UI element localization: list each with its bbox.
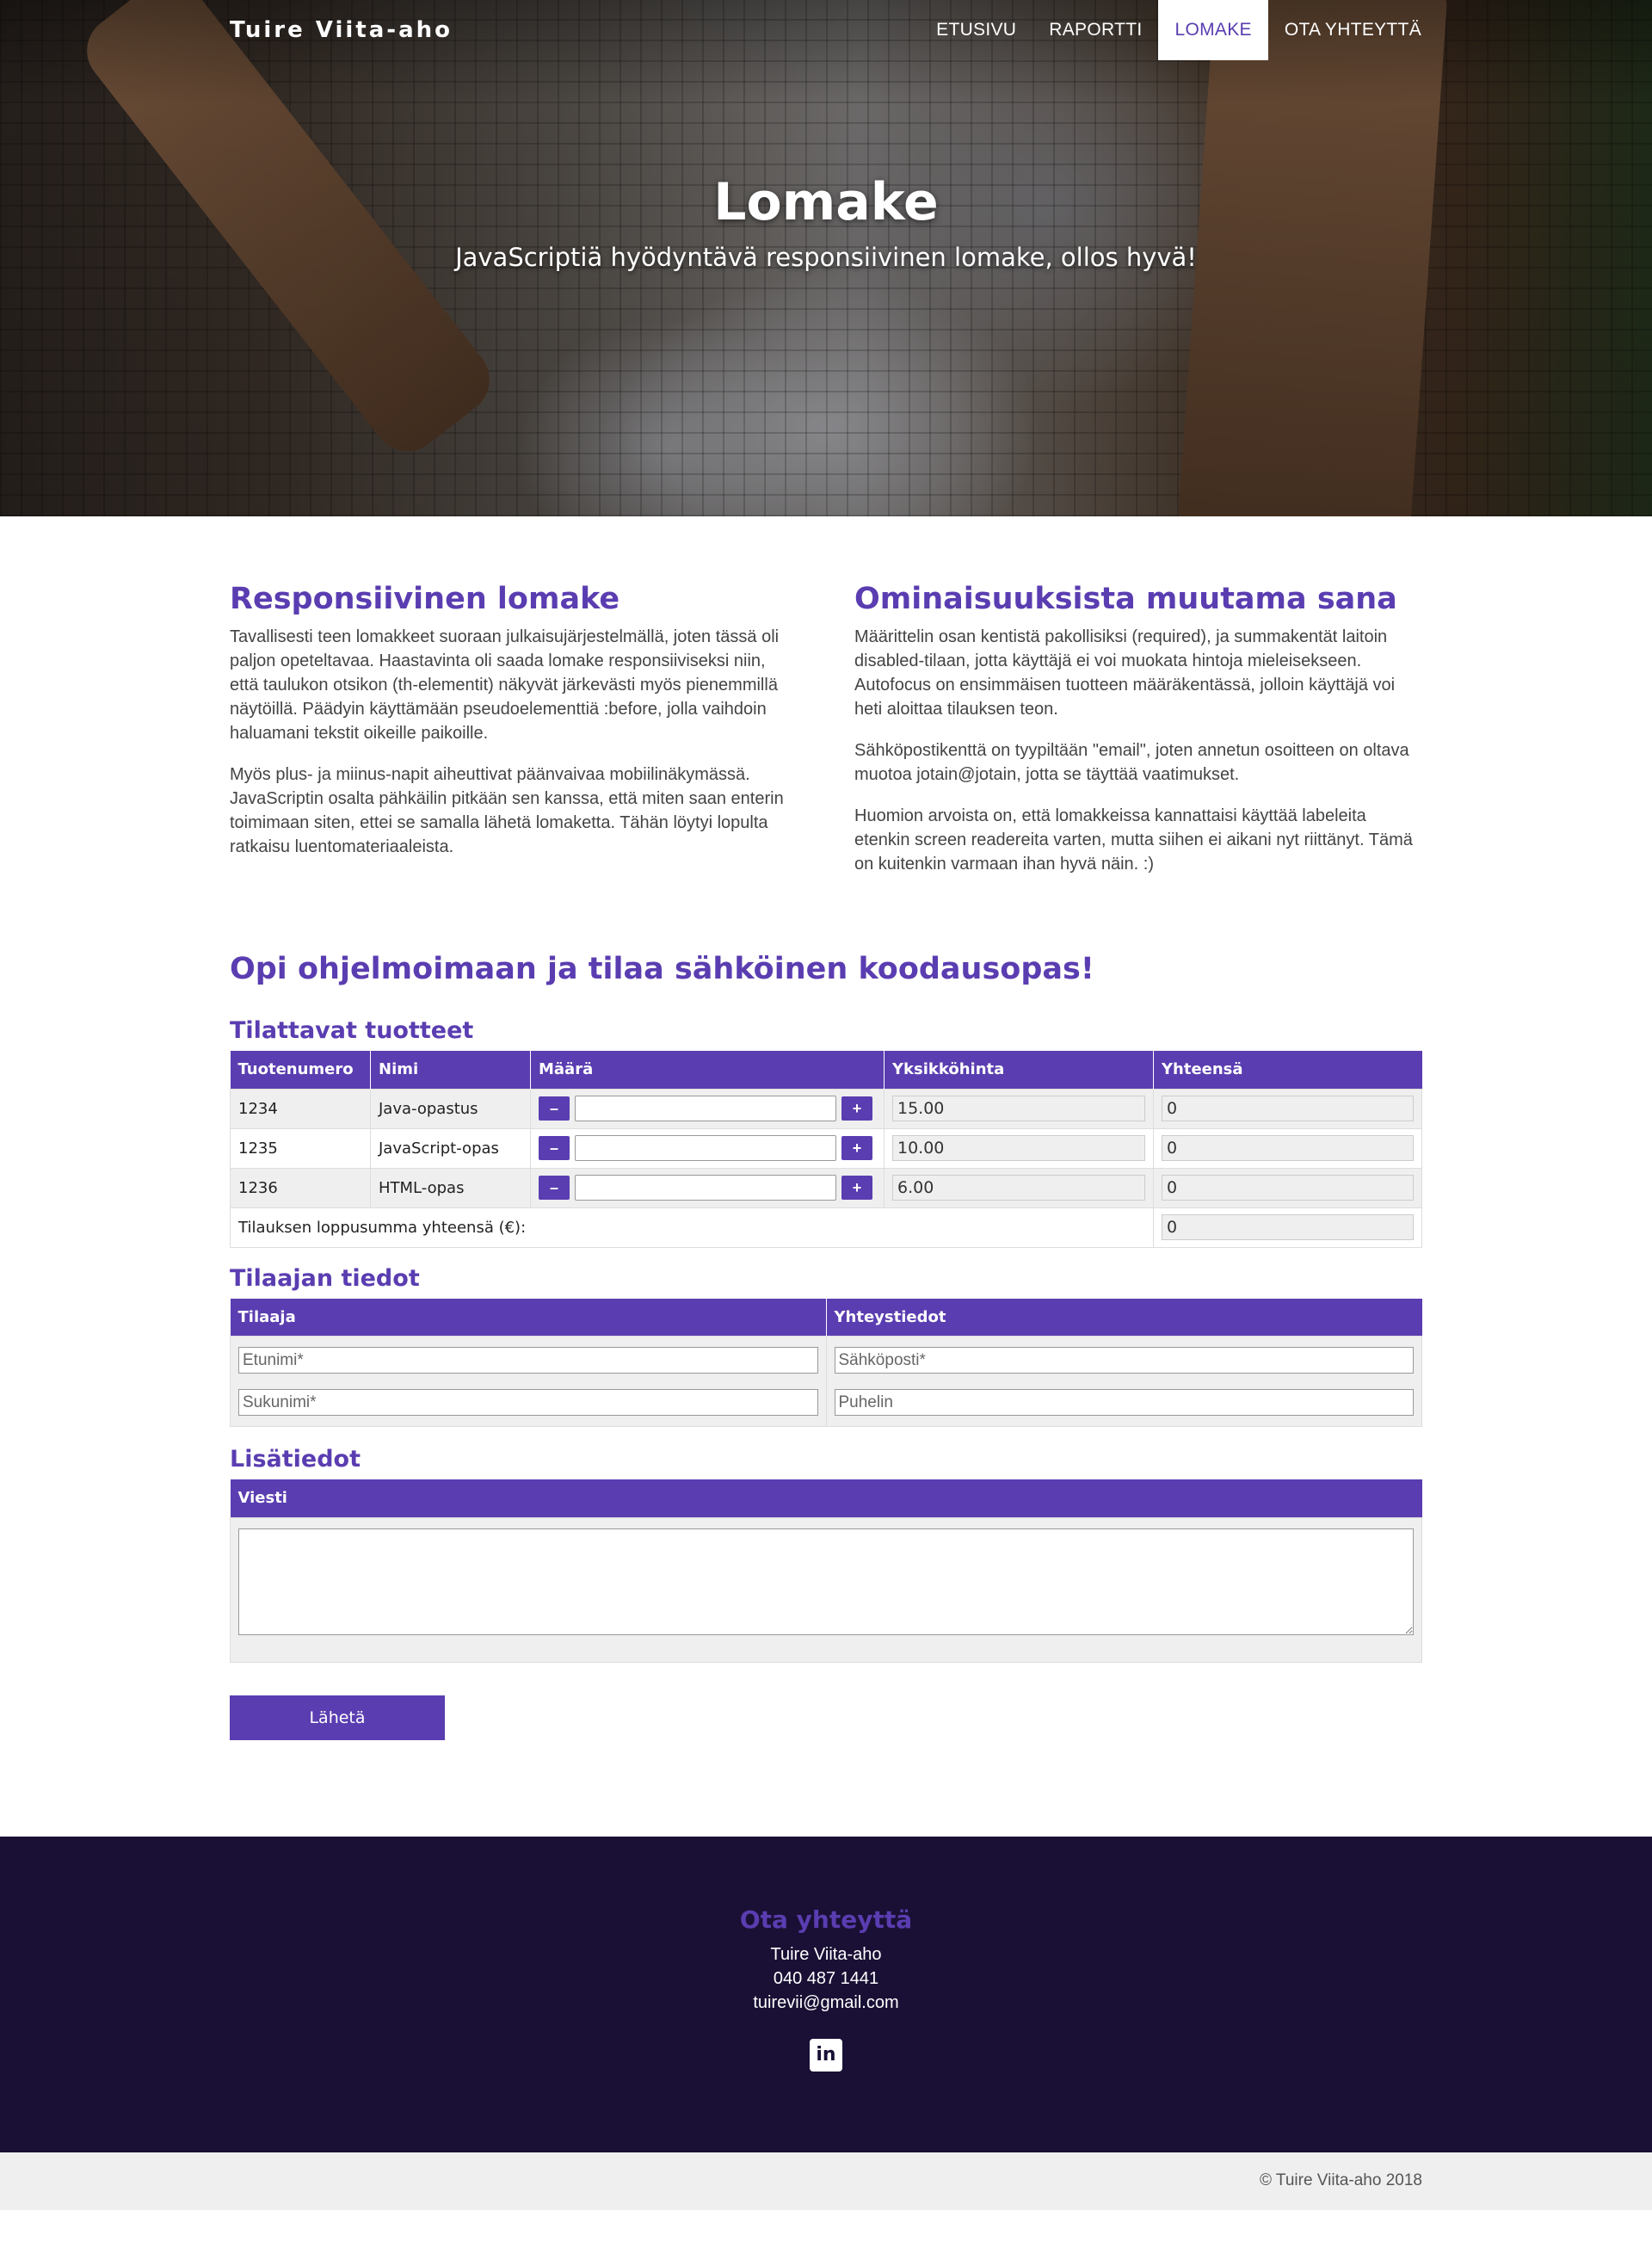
product-row: 1236 HTML-opas – + [230,1167,1422,1208]
column-header-yksikkohinta: Yksikköhinta [884,1051,1154,1089]
contact-fields-cell [825,1336,1422,1427]
customer-heading: Tilaajan tiedot [230,1264,420,1292]
grand-total-row: Tilauksen loppusumma yhteensä (€): [230,1207,1422,1248]
row-total-field [1162,1135,1414,1161]
page-subtitle: JavaScriptiä hyödyntävä responsiivinen l… [455,243,1197,272]
intro-left-paragraph: Myös plus- ja miinus-napit aiheuttivat p… [230,765,784,856]
name-fields-cell [230,1336,827,1427]
plus-button[interactable]: + [841,1176,872,1200]
row-total-field [1162,1175,1414,1201]
quantity-cell: – + [530,1088,885,1129]
hero-text: Lomake JavaScriptiä hyödyntävä responsii… [0,172,1652,272]
intro-left-heading: Responsiivinen lomake [230,582,620,616]
product-row: 1235 JavaScript-opas – + [230,1127,1422,1169]
quantity-cell: – + [530,1127,885,1169]
quantity-cell: – + [530,1167,885,1208]
products-heading: Tilattavat tuotteet [230,1017,474,1044]
extra-heading: Lisätiedot [230,1446,361,1473]
column-header-viesti: Viesti [230,1479,1422,1517]
minus-button[interactable]: – [539,1176,570,1200]
intro-right-paragraph: Sähköpostikenttä on tyypiltään "email", … [854,741,1409,784]
column-header-maara: Määrä [530,1051,885,1089]
intro-right-column: Ominaisuuksista muutama sana Määrittelin… [854,582,1422,893]
submit-button[interactable]: Lähetä [230,1695,445,1740]
copyright-text: © Tuire Viita-aho 2018 [1260,2171,1422,2189]
column-header-tilaaja: Tilaaja [230,1298,827,1337]
unit-price-cell [884,1167,1154,1208]
page-title: Lomake [713,172,939,232]
product-id: 1236 [230,1167,371,1208]
grand-total-field [1162,1214,1414,1240]
customer-table: Tilaaja Yhteystiedot [230,1298,1422,1427]
intro-right-paragraph: Määrittelin osan kentistä pakollisiksi (… [854,627,1396,719]
quantity-input[interactable] [575,1175,836,1201]
footer: Ota yhteyttä Tuire Viita-aho 040 487 144… [0,1836,1652,2152]
nav-link-ota-yhteytta[interactable]: OTA YHTEYTTÄ [1268,0,1438,60]
email-field[interactable] [834,1347,1414,1374]
footer-phone: 040 487 1441 [773,1968,879,1988]
phone-field[interactable] [834,1389,1414,1416]
firstname-field[interactable] [238,1347,818,1374]
column-header-tuotenumero: Tuotenumero [230,1051,371,1089]
nav-links: ETUSIVU RAPORTTI LOMAKE OTA YHTEYTTÄ [920,0,1438,60]
nav-link-etusivu[interactable]: ETUSIVU [920,0,1032,60]
copyright-bar: © Tuire Viita-aho 2018 [0,2152,1652,2210]
products-table: Tuotenumero Nimi Määrä Yksikköhinta Yhte… [230,1051,1422,1248]
quantity-input[interactable] [575,1135,836,1161]
minus-button[interactable]: – [539,1136,570,1160]
footer-name: Tuire Viita-aho [770,1944,882,1964]
intro-left-paragraph: Tavallisesti teen lomakkeet suoraan julk… [230,627,780,743]
row-total-cell [1153,1127,1422,1169]
hero-banner: Tuire Viita-aho ETUSIVU RAPORTTI LOMAKE … [0,0,1652,516]
message-textarea[interactable] [238,1528,1414,1635]
nav-link-raportti[interactable]: RAPORTTI [1032,0,1158,60]
unit-price-field [892,1096,1145,1121]
intro-left-column: Responsiivinen lomake Tavallisesti teen … [230,582,798,893]
plus-button[interactable]: + [841,1096,872,1121]
extra-table: Viesti [230,1479,1422,1663]
order-section: Opi ohjelmoimaan ja tilaa sähköinen kood… [0,893,1652,1837]
product-name: HTML-opas [370,1167,531,1208]
nav-link-lomake[interactable]: LOMAKE [1158,0,1268,60]
unit-price-cell [884,1088,1154,1129]
row-total-cell [1153,1088,1422,1129]
order-heading: Opi ohjelmoimaan ja tilaa sähköinen kood… [230,952,1094,986]
intro-right-paragraph: Huomion arvoista on, että lomakkeissa ka… [854,806,1413,874]
brand-logo[interactable]: Tuire Viita-aho [230,17,453,43]
linkedin-icon[interactable]: in [810,2038,842,2072]
product-name: JavaScript-opas [370,1127,531,1169]
product-row: 1234 Java-opastus – + [230,1088,1422,1129]
quantity-input[interactable] [575,1096,836,1121]
footer-email: tuirevii@gmail.com [753,1992,899,2012]
plus-button[interactable]: + [841,1136,872,1160]
intro-section: Responsiivinen lomake Tavallisesti teen … [0,516,1652,893]
minus-button[interactable]: – [539,1096,570,1121]
row-total-cell [1153,1167,1422,1208]
row-total-field [1162,1096,1414,1121]
column-header-yhteensa: Yhteensä [1153,1051,1422,1089]
product-name: Java-opastus [370,1088,531,1129]
grand-total-label: Tilauksen loppusumma yhteensä (€): [230,1207,1154,1248]
unit-price-field [892,1175,1145,1201]
product-id: 1234 [230,1088,371,1129]
column-header-nimi: Nimi [370,1051,531,1089]
footer-heading: Ota yhteyttä [739,1905,913,1934]
column-header-yhteystiedot: Yhteystiedot [826,1298,1422,1337]
grand-total-cell [1153,1207,1422,1248]
top-navigation: Tuire Viita-aho ETUSIVU RAPORTTI LOMAKE … [0,0,1652,60]
unit-price-field [892,1135,1145,1161]
products-header-row: Tuotenumero Nimi Määrä Yksikköhinta Yhte… [230,1051,1422,1089]
unit-price-cell [884,1127,1154,1169]
product-id: 1235 [230,1127,371,1169]
message-cell [230,1516,1422,1663]
lastname-field[interactable] [238,1389,818,1416]
intro-right-heading: Ominaisuuksista muutama sana [854,582,1397,616]
